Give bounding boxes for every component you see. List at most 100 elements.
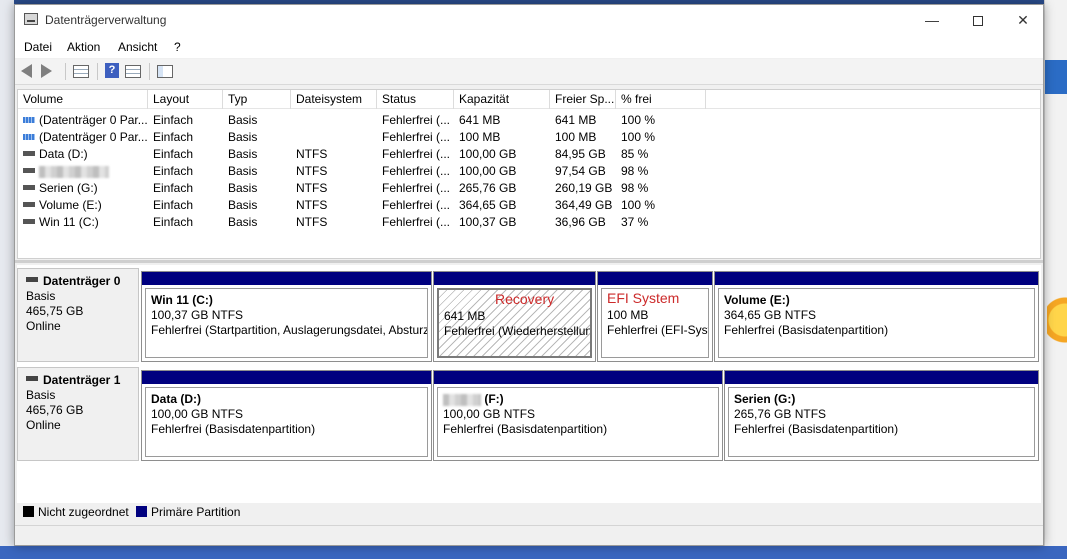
legend-label-primary: Primäre Partition <box>151 505 241 519</box>
volume-row[interactable]: (Datenträger 0 Par... Einfach Basis Fehl… <box>18 112 1040 129</box>
volume-capacity: 100,00 GB <box>459 164 517 178</box>
desktop-wallpaper <box>0 546 1067 559</box>
volume-layout: Einfach <box>153 147 194 161</box>
volume-list[interactable]: Volume Layout Typ Dateisystem Status Kap… <box>17 89 1041 259</box>
volume-row[interactable]: Data (D:) Einfach Basis NTFS Fehlerfrei … <box>18 146 1040 163</box>
column-header-status[interactable]: Status <box>377 90 454 109</box>
back-button[interactable] <box>21 63 39 80</box>
partition-c[interactable]: Win 11 (C:) 100,37 GB NTFS Fehlerfrei (S… <box>141 271 432 362</box>
disk-name: Datenträger 0 <box>43 274 121 288</box>
volume-layout: Einfach <box>153 181 194 195</box>
primary-partition-bar <box>434 272 595 285</box>
partition-body: Volume (E:) 364,65 GB NTFS Fehlerfrei (B… <box>718 288 1035 358</box>
volume-row[interactable]: (Datenträger 0 Par... Einfach Basis Fehl… <box>18 129 1040 146</box>
volume-capacity: 100,00 GB <box>459 147 517 161</box>
volume-capacity: 364,65 GB <box>459 198 517 212</box>
column-header-dateisystem[interactable]: Dateisystem <box>291 90 377 109</box>
partition-body-selected: Recovery 641 MB Fehlerfrei (Wiederherste… <box>437 288 592 358</box>
volume-layout: Einfach <box>153 215 194 229</box>
disk-state: Online <box>26 418 61 432</box>
volume-capacity: 641 MB <box>459 113 501 127</box>
column-header-typ[interactable]: Typ <box>223 90 291 109</box>
disk-type: Basis <box>26 289 56 303</box>
action-pane-icon <box>125 65 141 78</box>
menu-help[interactable]: ? <box>174 40 181 54</box>
volume-typ: Basis <box>228 215 258 229</box>
disk-management-app-icon <box>24 13 38 25</box>
partition-status: Fehlerfrei (Basisdatenpartition) <box>443 422 608 436</box>
volume-row[interactable]: Einfach Basis NTFS Fehlerfrei (... 100,0… <box>18 163 1040 180</box>
partition-overlay-label: Recovery <box>495 291 555 307</box>
show-hide-action-pane-button[interactable] <box>125 63 143 80</box>
disk-state: Online <box>26 319 61 333</box>
system-volume-icon <box>23 116 35 123</box>
partition-recovery[interactable]: Recovery 641 MB Fehlerfrei (Wiederherste… <box>433 271 596 362</box>
help-button[interactable]: ? <box>105 63 123 80</box>
partition-title: Data (D:) <box>151 392 201 406</box>
volume-name-text: Win 11 (C:) <box>39 215 99 229</box>
volume-status: Fehlerfrei (... <box>382 147 451 161</box>
primary-partition-bar <box>598 272 712 285</box>
volume-icon <box>23 202 35 208</box>
volume-icon <box>23 185 35 191</box>
toolbar: ? <box>15 59 1043 85</box>
volume-filesystem <box>296 112 377 129</box>
disk-1-title: Datenträger 1 <box>26 373 138 388</box>
pane-splitter[interactable] <box>15 260 1043 263</box>
partition-body: Win 11 (C:) 100,37 GB NTFS Fehlerfrei (S… <box>145 288 428 358</box>
volume-row[interactable]: Serien (G:) Einfach Basis NTFS Fehlerfre… <box>18 180 1040 197</box>
volume-name-text: Volume (E:) <box>39 198 102 212</box>
column-header-kapazitaet[interactable]: Kapazität <box>454 90 550 109</box>
volume-typ: Basis <box>228 130 258 144</box>
disk-management-window: Datenträgerverwaltung — ✕ Datei Aktion A… <box>14 4 1044 546</box>
legend-label-unallocated: Nicht zugeordnet <box>38 505 129 519</box>
partition-e[interactable]: Volume (E:) 364,65 GB NTFS Fehlerfrei (B… <box>714 271 1039 362</box>
volume-layout: Einfach <box>153 113 194 127</box>
menu-datei[interactable]: Datei <box>24 40 52 54</box>
menu-ansicht[interactable]: Ansicht <box>118 40 157 54</box>
volume-free-space: 100 MB <box>555 130 597 144</box>
volume-typ: Basis <box>228 113 258 127</box>
partition-size: 100 MB <box>607 308 649 322</box>
primary-partition-legend-swatch <box>136 506 147 517</box>
disk-1-label[interactable]: Datenträger 1 Basis 465,76 GB Online <box>17 367 139 461</box>
partition-d[interactable]: Data (D:) 100,00 GB NTFS Fehlerfrei (Bas… <box>141 370 432 461</box>
disk-0-label[interactable]: Datenträger 0 Basis 465,75 GB Online <box>17 268 139 362</box>
volume-name-text: Data (D:) <box>39 147 88 161</box>
disk-icon <box>26 277 38 283</box>
partition-status: Fehlerfrei (Basisdatenpartition) <box>724 323 889 337</box>
volume-layout: Einfach <box>153 130 194 144</box>
volume-icon <box>23 168 35 174</box>
column-header-layout[interactable]: Layout <box>148 90 223 109</box>
maximize-button[interactable] <box>955 5 1001 36</box>
background-window-fragment <box>1045 60 1067 94</box>
legend: Nicht zugeordnet Primäre Partition <box>17 503 1041 521</box>
volume-free-space: 97,54 GB <box>555 164 606 178</box>
volume-name <box>23 163 148 180</box>
title-bar[interactable]: Datenträgerverwaltung — ✕ <box>15 5 1043 36</box>
status-bar <box>15 525 1043 545</box>
menu-aktion[interactable]: Aktion <box>67 40 100 54</box>
volume-row[interactable]: Volume (E:) Einfach Basis NTFS Fehlerfre… <box>18 197 1040 214</box>
column-header-freier-speicher[interactable]: Freier Sp... <box>550 90 616 109</box>
volume-typ: Basis <box>228 147 258 161</box>
volume-name: (Datenträger 0 Par... <box>23 129 148 146</box>
partition-body: Data (D:) 100,00 GB NTFS Fehlerfrei (Bas… <box>145 387 428 457</box>
volume-percent-free: 100 % <box>621 198 656 212</box>
volume-capacity: 100,37 GB <box>459 215 517 229</box>
disk-0-title: Datenträger 0 <box>26 274 138 289</box>
partition-efi[interactable]: EFI System 100 MB Fehlerfrei (EFI-Syste <box>597 271 713 362</box>
minimize-button[interactable]: — <box>909 5 955 36</box>
close-button[interactable]: ✕ <box>1000 5 1046 36</box>
volume-filesystem: NTFS <box>296 198 328 212</box>
properties-button[interactable] <box>157 63 175 80</box>
forward-button[interactable] <box>41 63 59 80</box>
show-hide-console-tree-button[interactable] <box>73 63 91 80</box>
column-header-volume[interactable]: Volume <box>18 90 148 109</box>
partition-f[interactable]: (F:) 100,00 GB NTFS Fehlerfrei (Basisdat… <box>433 370 723 461</box>
column-header-prozent-frei[interactable]: % frei <box>616 90 706 109</box>
toolbar-separator <box>65 63 66 80</box>
volume-row[interactable]: Win 11 (C:) Einfach Basis NTFS Fehlerfre… <box>18 214 1040 231</box>
partition-g[interactable]: Serien (G:) 265,76 GB NTFS Fehlerfrei (B… <box>724 370 1039 461</box>
disk-name: Datenträger 1 <box>43 373 121 387</box>
